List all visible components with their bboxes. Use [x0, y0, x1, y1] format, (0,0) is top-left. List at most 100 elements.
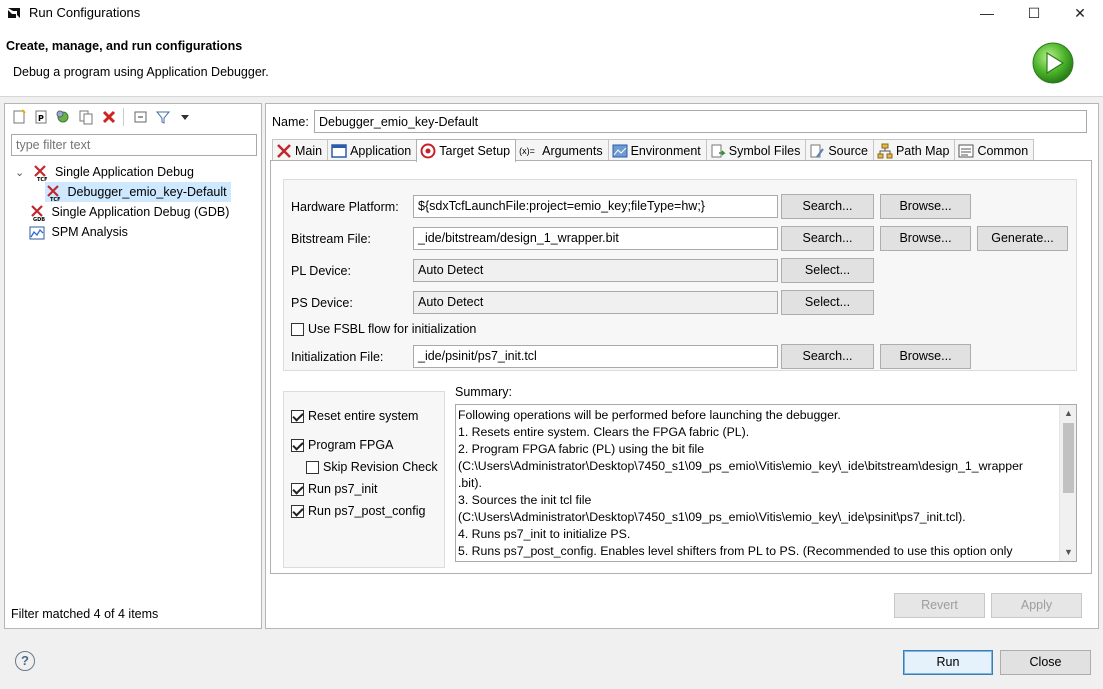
close-window-button[interactable]: ✕ — [1057, 0, 1103, 26]
application-icon — [331, 143, 347, 158]
target-setup-tab-content: Hardware Platform: ${sdxTcfLaunchFile:pr… — [270, 160, 1092, 574]
tab-label: Path Map — [895, 143, 950, 158]
spm-chart-icon — [29, 226, 45, 240]
bitstream-file-field[interactable]: _ide/bitstream/design_1_wrapper.bit — [413, 227, 778, 250]
hardware-platform-search-button[interactable]: Search... — [781, 194, 874, 219]
bitstream-generate-button[interactable]: Generate... — [977, 226, 1068, 251]
collapse-all-icon[interactable] — [133, 109, 149, 125]
bitstream-search-button[interactable]: Search... — [781, 226, 874, 251]
initialization-file-field[interactable]: _ide/psinit/ps7_init.tcl — [413, 345, 778, 368]
initialization-file-label: Initialization File: — [291, 350, 384, 364]
summary-line: .bit). — [458, 476, 482, 490]
tab-label: Target Setup — [439, 144, 511, 158]
summary-textarea[interactable]: Following operations will be performed b… — [455, 404, 1077, 562]
pl-device-field: Auto Detect — [413, 259, 778, 282]
filter-input[interactable] — [11, 134, 257, 156]
run-banner-icon — [1032, 42, 1074, 84]
source-icon — [810, 144, 825, 158]
configuration-tree-panel: P ⌄ TCF Single Application Debug TCF Deb… — [4, 103, 262, 629]
hardware-platform-browse-button[interactable]: Browse... — [880, 194, 971, 219]
program-fpga-checkbox[interactable]: Program FPGA — [291, 438, 394, 453]
tab-symbol-files[interactable]: Symbol Files — [705, 139, 807, 161]
checkbox-label: Reset entire system — [308, 409, 419, 423]
summary-line: 4. Runs ps7_init to initialize PS. — [458, 527, 631, 541]
tab-label: Environment — [630, 143, 701, 158]
bitstream-browse-button[interactable]: Browse... — [880, 226, 971, 251]
tab-application[interactable]: Application — [327, 139, 418, 161]
tab-common[interactable]: Common — [954, 139, 1035, 161]
init-file-browse-button[interactable]: Browse... — [880, 344, 971, 369]
run-button[interactable]: Run — [903, 650, 993, 675]
header-title: Create, manage, and run configurations — [6, 39, 243, 53]
hardware-platform-field[interactable]: ${sdxTcfLaunchFile:project=emio_key;file… — [413, 195, 778, 218]
tcf-icon: TCF — [47, 184, 61, 201]
dialog-header: Create, manage, and run configurations D… — [0, 26, 1103, 97]
ps-device-label: PS Device: — [291, 296, 353, 310]
tab-environment[interactable]: Environment — [607, 139, 707, 161]
tree-item-debugger-emio-key-default[interactable]: TCF Debugger_emio_key-Default — [45, 182, 231, 202]
scroll-down-icon[interactable]: ▼ — [1060, 544, 1076, 561]
tab-label: Arguments — [542, 143, 603, 158]
ps-device-select-button[interactable]: Select... — [781, 290, 874, 315]
summary-scrollbar[interactable]: ▲ ▼ — [1059, 405, 1076, 561]
amd-logo-icon — [8, 8, 20, 18]
export-icon[interactable] — [55, 109, 71, 125]
tree-item-label: Single Application Debug — [54, 165, 194, 179]
new-prototype-icon[interactable]: P — [33, 109, 49, 125]
tree-item-single-application-debug-gdb[interactable]: GDB Single Application Debug (GDB) — [29, 202, 229, 222]
tab-label: Common — [977, 143, 1029, 158]
reset-entire-system-checkbox[interactable]: Reset entire system — [291, 409, 419, 424]
checkbox-label: Program FPGA — [308, 438, 394, 452]
maximize-button[interactable]: ☐ — [1011, 0, 1057, 26]
tab-path-map[interactable]: Path Map — [872, 139, 956, 161]
checkbox-box[interactable] — [291, 323, 304, 337]
name-label: Name: — [272, 115, 309, 129]
summary-line: 1. Resets entire system. Clears the FPGA… — [458, 425, 750, 439]
checkbox-box[interactable] — [291, 483, 304, 497]
pl-device-select-button[interactable]: Select... — [781, 258, 874, 283]
dropdown-arrow-icon[interactable] — [177, 109, 193, 125]
hardware-platform-label: Hardware Platform: — [291, 200, 399, 214]
tab-main[interactable]: Main — [272, 139, 329, 161]
fsbl-flow-checkbox[interactable]: Use FSBL flow for initialization — [291, 322, 476, 337]
tree-item-spm-analysis[interactable]: SPM Analysis — [29, 222, 128, 242]
tab-source[interactable]: Source — [805, 139, 874, 161]
help-icon[interactable]: ? — [15, 651, 35, 671]
revert-button[interactable]: Revert — [894, 593, 985, 618]
operations-options-group: Reset entire system Program FPGA Skip Re… — [283, 391, 445, 568]
arguments-icon: (x)= — [519, 145, 535, 156]
apply-button[interactable]: Apply — [991, 593, 1082, 618]
tab-label: Source — [828, 143, 868, 158]
run-ps7-post-config-checkbox[interactable]: Run ps7_post_config — [291, 504, 425, 519]
checkbox-box[interactable] — [291, 439, 304, 453]
delete-icon[interactable] — [101, 109, 117, 125]
checkbox-box[interactable] — [291, 410, 304, 424]
checkbox-box[interactable] — [291, 505, 304, 519]
summary-line: 5. Runs ps7_post_config. Enables level s… — [458, 544, 1013, 558]
minimize-button[interactable]: — — [964, 0, 1010, 26]
new-config-icon[interactable] — [11, 109, 27, 125]
init-file-search-button[interactable]: Search... — [781, 344, 874, 369]
tree-item-single-application-debug[interactable]: ⌄ TCF Single Application Debug — [15, 162, 194, 182]
tab-arguments[interactable]: (x)= Arguments — [515, 139, 609, 161]
summary-line: Following operations will be performed b… — [458, 408, 841, 422]
scroll-up-icon[interactable]: ▲ — [1060, 405, 1076, 422]
toolbar-separator — [123, 108, 124, 126]
run-ps7-init-checkbox[interactable]: Run ps7_init — [291, 482, 378, 497]
svg-text:P: P — [38, 114, 44, 123]
summary-line: 2. Program FPGA fabric (PL) using the bi… — [458, 442, 705, 456]
filter-icon[interactable] — [155, 109, 171, 125]
expand-chevron-icon[interactable]: ⌄ — [15, 163, 29, 183]
tab-bar: Main Application Target Setup (x)= Argum… — [272, 139, 1035, 162]
name-input[interactable] — [314, 110, 1087, 133]
summary-line: (C:\Users\Administrator\Desktop\7450_s1\… — [458, 459, 1024, 473]
target-settings-group: Hardware Platform: ${sdxTcfLaunchFile:pr… — [283, 179, 1077, 371]
tab-target-setup[interactable]: Target Setup — [416, 139, 517, 162]
title-bar: Run Configurations — ☐ ✕ — [0, 0, 1103, 26]
symbol-files-icon — [711, 144, 726, 157]
skip-revision-check-checkbox[interactable]: Skip Revision Check — [306, 460, 438, 475]
checkbox-box[interactable] — [306, 461, 319, 475]
duplicate-icon[interactable] — [78, 109, 94, 125]
scrollbar-thumb[interactable] — [1063, 423, 1074, 493]
close-button[interactable]: Close — [1000, 650, 1091, 675]
